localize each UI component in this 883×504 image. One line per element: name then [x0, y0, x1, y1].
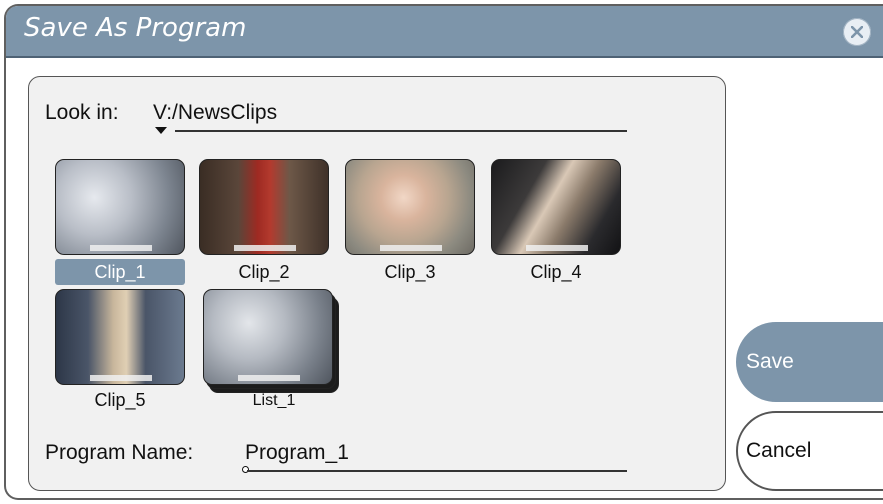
- clip-label-clip-1[interactable]: Clip_1: [55, 259, 185, 285]
- browse-panel: Look in: V:/NewsClips Clip_1 Clip_2 Clip…: [28, 76, 726, 491]
- clip-thumbnail-clip-5[interactable]: [55, 289, 185, 385]
- look-in-dropdown-icon[interactable]: [155, 127, 167, 134]
- look-in-label: Look in:: [45, 101, 119, 124]
- thumbnail-caption: [90, 375, 152, 381]
- clip-label-clip-5[interactable]: Clip_5: [55, 387, 185, 413]
- program-name-input[interactable]: Program_1: [245, 441, 349, 465]
- dialog-title: Save As Program: [24, 13, 247, 43]
- list-thumbnail-list-1[interactable]: [203, 289, 333, 385]
- look-in-underline: [175, 130, 627, 132]
- program-name-underline: [247, 470, 627, 472]
- clip-label-clip-4[interactable]: Clip_4: [491, 259, 621, 285]
- thumbnail-caption: [90, 245, 152, 251]
- clip-thumbnail-clip-1[interactable]: [55, 159, 185, 255]
- program-name-label: Program Name:: [45, 441, 194, 464]
- thumbnail-caption: [526, 245, 588, 251]
- look-in-path[interactable]: V:/NewsClips: [153, 101, 277, 125]
- clip-label-clip-3[interactable]: Clip_3: [345, 259, 475, 285]
- close-icon: [851, 26, 863, 38]
- title-bar: Save As Program: [6, 6, 883, 58]
- clip-thumbnail-clip-3[interactable]: [345, 159, 475, 255]
- clip-label-clip-2[interactable]: Clip_2: [199, 259, 329, 285]
- thumbnail-caption: [380, 245, 442, 251]
- thumbnail-caption: [234, 245, 296, 251]
- clip-thumbnail-clip-2[interactable]: [199, 159, 329, 255]
- clip-label-list-1[interactable]: List_1: [209, 388, 339, 414]
- thumbnail-caption: [238, 375, 300, 381]
- clip-thumbnail-clip-4[interactable]: [491, 159, 621, 255]
- close-button[interactable]: [843, 18, 871, 46]
- save-as-program-dialog: Save As Program Look in: V:/NewsClips Cl…: [4, 4, 883, 500]
- save-button[interactable]: Save: [736, 322, 883, 402]
- cancel-button[interactable]: Cancel: [736, 411, 883, 491]
